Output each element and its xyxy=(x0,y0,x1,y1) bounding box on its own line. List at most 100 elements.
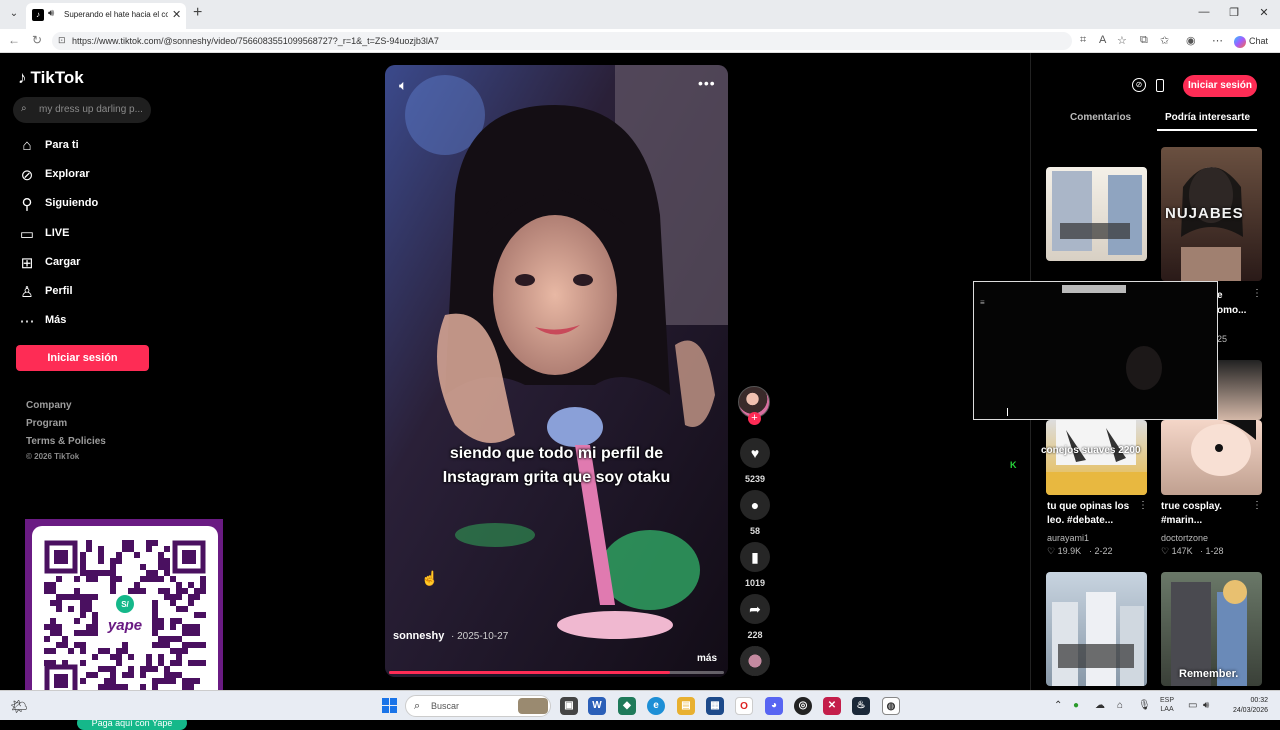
suggested-video-title[interactable]: true cosplay. #marin... xyxy=(1161,500,1253,528)
suggested-video-thumbnail[interactable]: Remember. xyxy=(1161,572,1262,686)
store-icon[interactable]: ▦ xyxy=(706,697,724,715)
comment-button[interactable]: ● xyxy=(740,490,770,520)
tray-mic-icon[interactable]: 🎙︎ xyxy=(1138,700,1151,711)
back-icon[interactable]: ← xyxy=(8,33,20,47)
tray-chevron-icon[interactable]: ⌃ xyxy=(1054,700,1062,711)
sidebar-item-live[interactable]: ▭ LIVE xyxy=(18,223,158,245)
discord-icon[interactable]: ◕ xyxy=(765,697,783,715)
tray-app-icon[interactable]: ● xyxy=(1073,700,1079,711)
video-more-icon[interactable]: ••• xyxy=(698,75,716,91)
app-icon-last[interactable]: ◍ xyxy=(882,697,900,715)
tray-volume-icon[interactable]: 🔊︎ xyxy=(1203,700,1209,711)
music-disc[interactable] xyxy=(740,646,770,676)
like-button[interactable]: ♥ xyxy=(740,438,770,468)
qr-module xyxy=(86,540,92,546)
footer-link-program[interactable]: Program xyxy=(26,418,67,429)
thumbnail-menu-icon[interactable]: ⋮ xyxy=(1252,288,1262,299)
sidebar-item-explorar[interactable]: ⊘ Explorar xyxy=(18,164,158,186)
new-tab-icon[interactable]: + xyxy=(193,4,202,22)
taskbar-search-input[interactable]: ⌕ Buscar xyxy=(405,695,551,717)
task-view-icon[interactable]: ▣ xyxy=(560,697,578,715)
active-tab-indicator xyxy=(1157,129,1257,131)
search-input[interactable]: ⌕ my dress up darling p... xyxy=(13,97,151,123)
clock[interactable]: 00:32 24/03/2026 xyxy=(1222,696,1268,716)
logo-text: TikTok xyxy=(30,68,84,87)
video-progress-bar[interactable] xyxy=(389,671,724,674)
thumbnail-date-fragment: 25 xyxy=(1217,334,1228,344)
tab-close-icon[interactable]: ✕ xyxy=(172,8,181,21)
favorite-icon[interactable]: ☆ xyxy=(1117,34,1127,47)
language-indicator[interactable]: ESP LAA xyxy=(1160,696,1174,714)
qr-module xyxy=(86,606,92,612)
site-info-icon[interactable]: ⊡ xyxy=(58,35,66,46)
reader-icon[interactable]: ⌗ xyxy=(1080,34,1086,47)
edge-icon[interactable]: e xyxy=(647,697,665,715)
read-aloud-icon[interactable]: A xyxy=(1099,34,1106,46)
tray-wifi-icon[interactable]: ⌂ xyxy=(1117,700,1123,711)
more-description-link[interactable]: más xyxy=(697,653,717,664)
footer-link-terms[interactable]: Terms & Policies xyxy=(26,436,106,447)
qr-module xyxy=(182,606,188,612)
explore-icon[interactable]: ⊘ xyxy=(1132,78,1146,92)
suggested-video-author[interactable]: doctortzone xyxy=(1161,533,1208,543)
suggested-video-thumbnail[interactable] xyxy=(1046,167,1147,261)
browser-tab[interactable]: ♪ 🔊︎ Superando el hate hacia el co ✕ xyxy=(26,3,186,29)
tab-comments[interactable]: Comentarios xyxy=(1070,112,1131,123)
share-button[interactable]: ➦ xyxy=(740,594,770,624)
reload-icon[interactable]: ↻ xyxy=(32,33,42,47)
thumbnail-menu-icon[interactable]: ⋮ xyxy=(1252,500,1262,511)
like-count: 5239 xyxy=(744,474,766,484)
widgets-icon[interactable]: 🌤︎ xyxy=(10,698,28,715)
save-button[interactable]: ▮ xyxy=(740,542,770,572)
sidebar-item-cargar[interactable]: ⊞ Cargar xyxy=(18,252,158,274)
qr-module xyxy=(56,576,62,582)
windows-start-icon[interactable] xyxy=(382,698,397,713)
qr-module xyxy=(152,618,158,624)
footer-link-company[interactable]: Company xyxy=(26,400,72,411)
favorites-bar-icon[interactable]: ✩ xyxy=(1160,34,1169,47)
suggested-video-author[interactable]: aurayami1 xyxy=(1047,533,1089,543)
window-close-icon[interactable]: ✕ xyxy=(1254,6,1274,19)
suggested-video-title[interactable]: tu que opinas los leo. #debate... xyxy=(1047,500,1139,528)
copilot-chat-button[interactable]: Chat xyxy=(1234,32,1268,50)
sidebar-item-mas[interactable]: ⋯ Más xyxy=(18,310,158,332)
qr-module xyxy=(50,600,56,606)
tab-suggestions[interactable]: Podría interesarte xyxy=(1165,112,1250,123)
word-icon[interactable]: W xyxy=(588,697,606,715)
suggested-video-thumbnail[interactable] xyxy=(1161,420,1262,495)
url-field[interactable]: ⊡ https://www.tiktok.com/@sonneshy/video… xyxy=(52,32,1072,50)
extensions-icon[interactable]: ⧉ xyxy=(1140,34,1148,47)
tiktok-logo[interactable]: ♪ TikTok xyxy=(18,68,84,88)
tab-actions-icon[interactable]: ⌄ xyxy=(6,6,22,22)
settings-more-icon[interactable]: ⋯ xyxy=(1212,34,1223,47)
volume-icon[interactable]: 🔈︎ xyxy=(399,77,407,94)
opera-icon[interactable]: O xyxy=(735,697,753,715)
qr-module xyxy=(152,630,158,636)
profile-avatar-icon[interactable]: ◉ xyxy=(1186,34,1196,47)
thumbnail-menu-icon[interactable]: ⋮ xyxy=(1138,500,1148,511)
obs-icon[interactable]: ◎ xyxy=(794,697,812,715)
suggested-video-thumbnail[interactable] xyxy=(1046,420,1147,495)
suggested-video-thumbnail[interactable] xyxy=(1046,572,1147,686)
video-author[interactable]: sonneshy xyxy=(393,630,444,642)
qr-module xyxy=(176,660,182,666)
minimize-icon[interactable]: — xyxy=(1194,6,1214,18)
qr-module xyxy=(56,630,62,636)
file-explorer-icon[interactable]: ▤ xyxy=(677,697,695,715)
tab-audio-icon[interactable]: 🔊︎ xyxy=(48,8,54,19)
tray-cloud-icon[interactable]: ☁ xyxy=(1095,700,1105,711)
sidebar-item-perfil[interactable]: ♙ Perfil xyxy=(18,281,158,303)
suggested-video-thumbnail[interactable]: NUJABES xyxy=(1161,147,1262,281)
login-button[interactable]: Iniciar sesión xyxy=(16,345,149,371)
follow-plus-icon[interactable]: + xyxy=(748,412,761,425)
app-red-icon[interactable]: ✕ xyxy=(823,697,841,715)
floating-overlay-window[interactable]: ≡ xyxy=(973,281,1218,420)
tray-network-icon[interactable]: ▭ xyxy=(1188,700,1197,711)
phone-app-icon[interactable] xyxy=(1156,79,1164,92)
sidebar-item-siguiendo[interactable]: ⚲ Siguiendo xyxy=(18,193,158,215)
header-login-button[interactable]: Iniciar sesión xyxy=(1183,75,1257,97)
maximize-icon[interactable]: ❐ xyxy=(1224,6,1244,19)
app-icon[interactable]: ◆ xyxy=(618,697,636,715)
steam-icon[interactable]: ♨ xyxy=(852,697,870,715)
sidebar-item-para-ti[interactable]: ⌂ Para ti xyxy=(18,135,158,157)
